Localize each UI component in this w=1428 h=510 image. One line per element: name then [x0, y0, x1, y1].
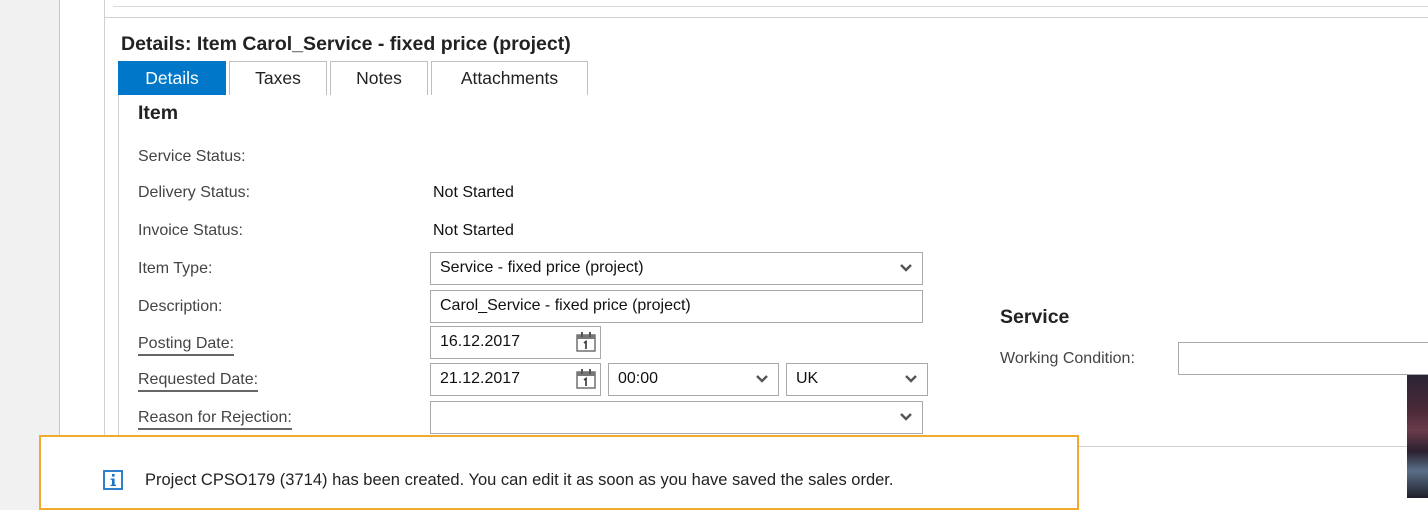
background-photo	[1407, 375, 1428, 498]
chevron-down-icon[interactable]	[899, 262, 913, 274]
info-icon	[103, 470, 123, 490]
invoice-status-label: Invoice Status:	[138, 222, 243, 239]
description-value: Carol_Service - fixed price (project)	[440, 297, 691, 314]
item-section-heading: Item	[138, 102, 179, 124]
description-label: Description:	[138, 298, 223, 315]
delivery-status-value: Not Started	[433, 184, 514, 201]
chevron-down-icon[interactable]	[755, 373, 769, 385]
working-condition-label: Working Condition:	[1000, 350, 1135, 367]
item-type-value: Service - fixed price (project)	[440, 259, 644, 276]
requested-date-label[interactable]: Requested Date:	[138, 371, 259, 392]
tab-notes[interactable]: Notes	[330, 61, 428, 95]
requested-date-value: 21.12.2017	[440, 370, 521, 387]
notification-message: Project CPSO179 (3714) has been created.…	[145, 471, 894, 489]
calendar-icon[interactable]	[576, 369, 596, 389]
working-condition-field[interactable]	[1178, 342, 1428, 375]
item-type-label: Item Type:	[138, 260, 213, 277]
reason-for-rejection-select[interactable]	[430, 401, 923, 434]
service-status-label: Service Status:	[138, 148, 246, 165]
posting-date-value: 16.12.2017	[440, 333, 521, 350]
left-rail	[0, 0, 60, 510]
requested-time-value: 00:00	[618, 370, 659, 387]
requested-timezone-value: UK	[796, 370, 819, 387]
chevron-down-icon[interactable]	[904, 373, 918, 385]
service-section-heading: Service	[1000, 306, 1070, 328]
upper-panel-frame	[104, 0, 1428, 18]
info-notification: Project CPSO179 (3714) has been created.…	[39, 435, 1079, 510]
posting-date-label[interactable]: Posting Date:	[138, 335, 235, 356]
description-field[interactable]: Carol_Service - fixed price (project)	[430, 290, 923, 323]
tab-details[interactable]: Details	[118, 61, 226, 95]
tab-taxes[interactable]: Taxes	[229, 61, 327, 95]
reason-for-rejection-label[interactable]: Reason for Rejection:	[138, 409, 292, 430]
details-title: Details: Item Carol_Service - fixed pric…	[121, 33, 571, 55]
tab-attachments[interactable]: Attachments	[431, 61, 588, 95]
item-type-select[interactable]: Service - fixed price (project)	[430, 252, 923, 285]
chevron-down-icon[interactable]	[899, 411, 913, 423]
requested-time-select[interactable]: 00:00	[608, 363, 779, 396]
requested-timezone-select[interactable]: UK	[786, 363, 928, 396]
upper-panel-edge	[113, 0, 1428, 7]
delivery-status-label: Delivery Status:	[138, 184, 251, 201]
calendar-icon[interactable]	[576, 332, 596, 352]
invoice-status-value: Not Started	[433, 222, 514, 239]
